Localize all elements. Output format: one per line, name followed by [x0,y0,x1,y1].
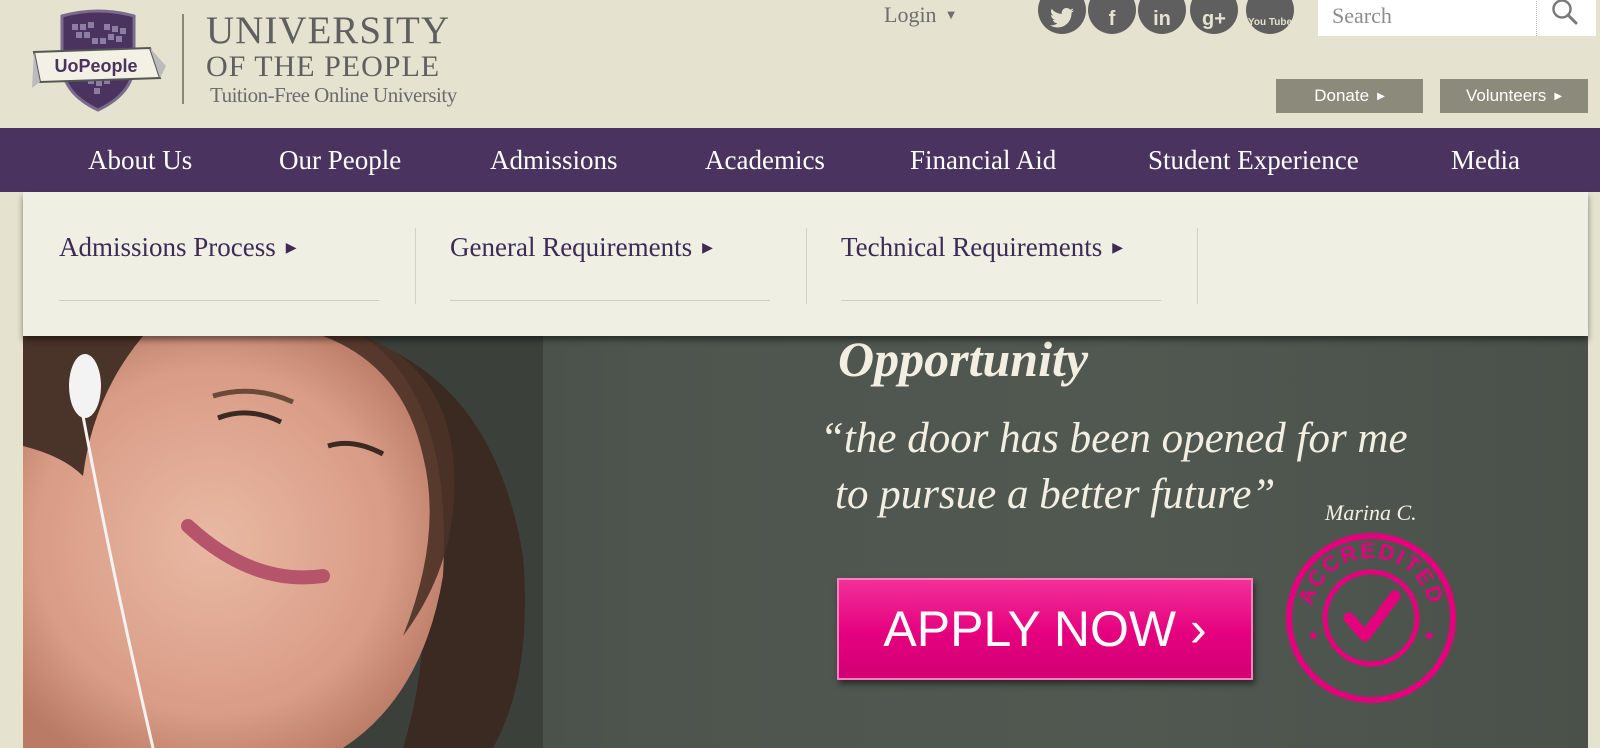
login-dropdown[interactable]: Login ▼ [884,2,957,28]
divider [59,300,379,301]
dropdown-item-label: General Requirements [450,232,693,262]
search-icon [1552,0,1578,25]
facebook-icon[interactable]: f [1088,0,1136,34]
hero-quote-line1: “the door has been opened for me [820,415,1408,462]
divider [806,228,807,304]
login-label: Login [884,2,937,27]
site-logo[interactable]: UoPeople [32,8,167,113]
nav-our-people[interactable]: Our People [279,128,401,192]
hero-banner: Opportunity “the door has been opened fo… [23,336,1588,748]
dropdown-item-technical-requirements[interactable]: Technical Requirements ▶ [841,232,1123,263]
checkmark-icon [1343,590,1401,642]
brand-name-line1[interactable]: UNIVERSITY [206,8,450,53]
brand-name-line2[interactable]: OF THE PEOPLE [206,50,440,84]
dropdown-item-label: Technical Requirements [841,232,1103,262]
dropdown-item-admissions-process[interactable]: Admissions Process ▶ [59,232,297,263]
nav-academics[interactable]: Academics [705,128,825,192]
play-arrow-icon: ▶ [1377,91,1385,102]
nav-about-us[interactable]: About Us [88,128,192,192]
apply-now-button[interactable]: APPLY NOW › [837,578,1253,680]
play-arrow-icon: ▶ [702,241,713,256]
donate-label: Donate [1314,86,1370,105]
student-photo [23,336,543,748]
google-plus-icon[interactable]: g+ [1190,0,1238,34]
donate-button[interactable]: Donate ▶ [1276,79,1423,113]
admissions-dropdown: Admissions Process ▶ General Requirements… [23,192,1588,336]
volunteers-button[interactable]: Volunteers ▶ [1440,79,1588,113]
svg-text:★: ★ [1423,629,1436,644]
divider [841,300,1161,301]
volunteers-label: Volunteers [1465,86,1547,105]
google-plus-glyph: g+ [1202,8,1226,30]
nav-admissions[interactable]: Admissions [490,128,618,192]
hero-heading: Opportunity [838,336,1089,387]
play-arrow-icon: ▶ [285,241,297,256]
hero-quote-line2: to pursue a better future” [835,471,1276,518]
play-arrow-icon: ▶ [1554,91,1563,102]
linkedin-icon[interactable]: in [1138,0,1186,34]
divider [1197,228,1198,304]
divider [450,300,770,301]
twitter-icon[interactable] [1038,0,1086,34]
search-input[interactable] [1318,0,1540,36]
main-nav: About Us Our People Admissions Academics… [0,128,1600,192]
svg-text:★: ★ [1307,629,1320,644]
search-button[interactable] [1538,0,1594,36]
youtube-icon[interactable]: You Tube [1246,0,1294,34]
hero-quote-author: Marina C. [1325,500,1417,525]
shield-logo-icon: UoPeople [32,9,166,112]
logo-divider [182,14,184,104]
brand-tagline: Tuition-Free Online University [210,83,457,107]
caret-down-icon: ▼ [944,7,958,22]
logo-badge-text: UoPeople [54,56,137,76]
dropdown-item-general-requirements[interactable]: General Requirements ▶ [450,232,713,263]
nav-financial-aid[interactable]: Financial Aid [910,128,1056,192]
dropdown-item-label: Admissions Process [59,232,276,262]
linkedin-glyph: in [1153,8,1171,30]
divider [415,228,416,304]
facebook-glyph: f [1108,8,1116,30]
youtube-glyph: You Tube [1247,17,1293,28]
nav-media[interactable]: Media [1451,128,1520,192]
nav-student-experience[interactable]: Student Experience [1148,128,1359,192]
accredited-seal-icon: ACCREDITED ★ ★ [1286,533,1456,703]
play-arrow-icon: ▶ [1112,241,1124,256]
